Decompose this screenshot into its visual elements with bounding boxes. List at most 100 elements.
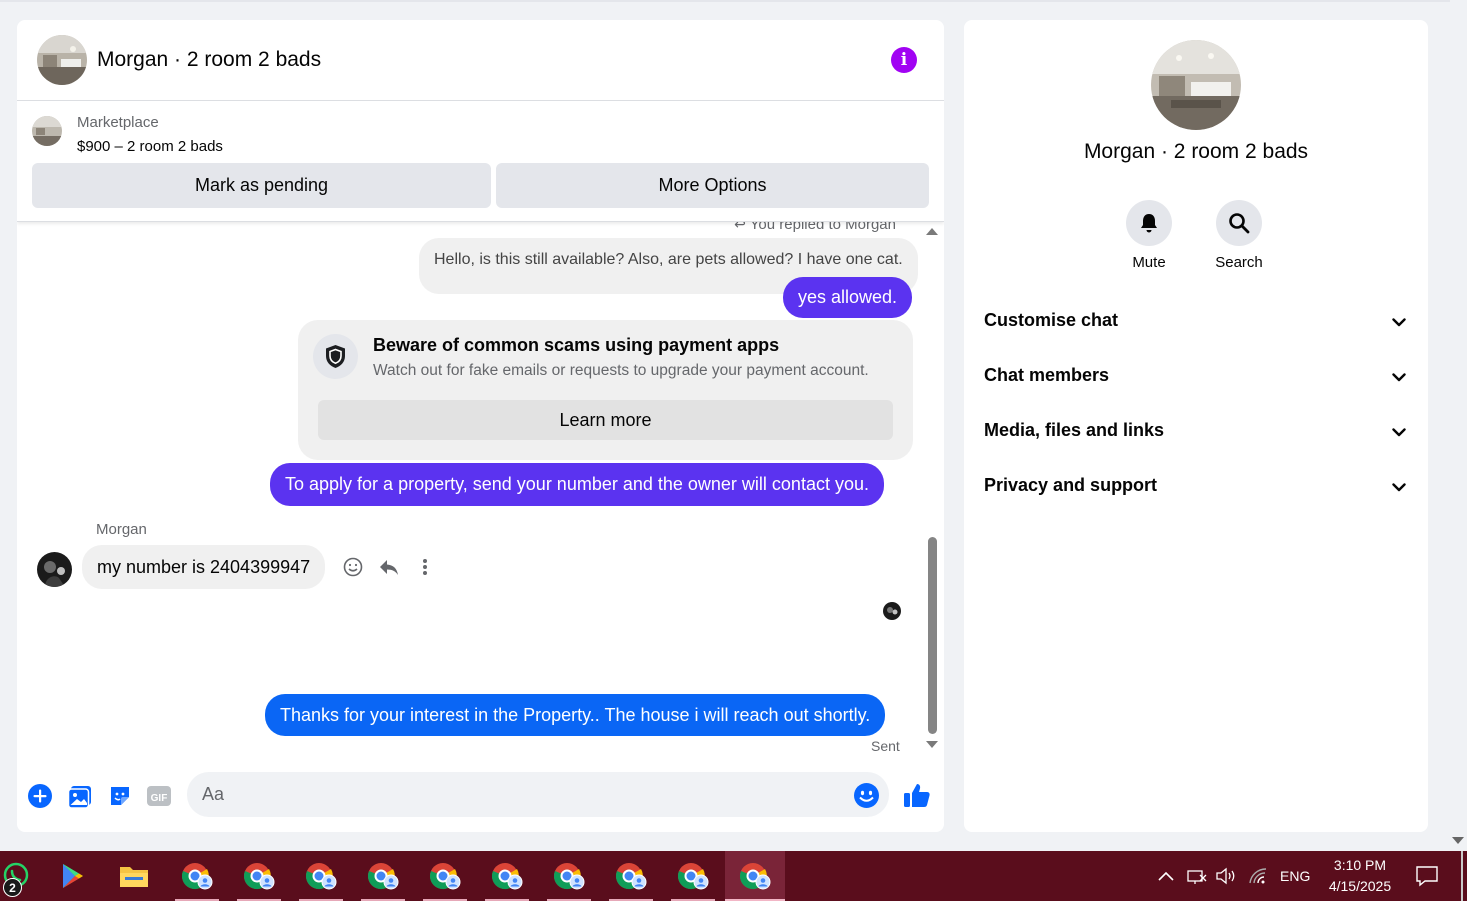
chrome-profile-icon bbox=[615, 863, 647, 890]
tray-wifi-icon[interactable] bbox=[1248, 851, 1270, 901]
reply-icon[interactable] bbox=[378, 556, 400, 578]
learn-more-button[interactable]: Learn more bbox=[318, 400, 893, 440]
search-button[interactable] bbox=[1216, 200, 1262, 246]
read-receipt-avatar bbox=[883, 602, 901, 620]
chrome-profile-icon bbox=[305, 863, 337, 890]
message-status: Sent bbox=[871, 738, 900, 754]
notification-center-button[interactable] bbox=[1415, 851, 1439, 901]
listing-thumbnail[interactable] bbox=[32, 116, 62, 146]
message-bubble-outgoing[interactable]: Thanks for your interest in the Property… bbox=[265, 694, 886, 736]
react-emoji-icon[interactable] bbox=[342, 556, 364, 578]
section-label: Privacy and support bbox=[984, 475, 1158, 495]
show-desktop-edge[interactable] bbox=[1461, 851, 1463, 901]
chrome-profile-icon bbox=[553, 863, 585, 890]
tray-clock[interactable]: 3:10 PM 4/15/2025 bbox=[1318, 855, 1402, 897]
message-bubble-incoming[interactable]: my number is 2404399947 bbox=[82, 545, 326, 589]
taskbar: 2 ENG 3:10 PM 4/15/2025 bbox=[0, 851, 1467, 901]
taskbar-chrome-active[interactable] bbox=[725, 851, 785, 901]
taskbar-chrome-2[interactable] bbox=[229, 851, 289, 901]
taskbar-chrome-9[interactable] bbox=[663, 851, 723, 901]
chrome-profile-icon bbox=[243, 863, 275, 890]
gif-icon[interactable]: GIF bbox=[146, 783, 172, 809]
photo-icon[interactable] bbox=[67, 783, 93, 809]
chrome-profile-icon bbox=[739, 863, 771, 890]
mute-label: Mute bbox=[1132, 254, 1166, 271]
message-text: To apply for a property, send your numbe… bbox=[285, 474, 869, 494]
message-text: my number is 2404399947 bbox=[97, 557, 311, 577]
thumbs-up-icon[interactable] bbox=[903, 781, 931, 809]
tray-volume-icon[interactable] bbox=[1215, 851, 1239, 901]
emoji-icon[interactable] bbox=[853, 782, 880, 809]
sticker-icon[interactable] bbox=[107, 783, 133, 809]
scam-warning-title: Beware of common scams using payment app… bbox=[373, 335, 780, 355]
folder-icon bbox=[120, 867, 148, 887]
chevron-down-icon bbox=[1392, 428, 1406, 437]
profile-name: Morgan · 2 room 2 bads bbox=[1083, 140, 1309, 163]
chat-avatar[interactable] bbox=[37, 35, 87, 85]
mark-as-pending-button[interactable]: Mark as pending bbox=[32, 163, 491, 208]
play-store-icon bbox=[63, 864, 83, 888]
sender-name: Morgan bbox=[96, 521, 147, 538]
chrome-profile-icon bbox=[367, 863, 399, 890]
section-label: Chat members bbox=[984, 365, 1110, 385]
message-text: yes allowed. bbox=[798, 287, 898, 307]
message-input[interactable] bbox=[187, 772, 889, 817]
chat-header: Morgan · 2 room 2 bads i bbox=[17, 20, 944, 101]
tray-network-icon[interactable] bbox=[1186, 851, 1208, 901]
show-hidden-icons[interactable] bbox=[1156, 851, 1176, 901]
listing-price-title[interactable]: $900 – 2 room 2 bads bbox=[77, 138, 223, 155]
quoted-message-text: Hello, is this still available? Also, ar… bbox=[434, 251, 903, 268]
search-label: Search bbox=[1215, 254, 1263, 271]
listing-banner: Marketplace $900 – 2 room 2 bads Mark as… bbox=[17, 101, 944, 222]
mute-button[interactable] bbox=[1126, 200, 1172, 246]
shield-icon bbox=[313, 334, 358, 379]
wifi-icon bbox=[1249, 868, 1267, 884]
clock-date: 4/15/2025 bbox=[1328, 878, 1392, 894]
taskbar-chrome-1[interactable] bbox=[167, 851, 227, 901]
message-list: ↩ You replied to Morgan Hello, is this s… bbox=[17, 222, 944, 757]
taskbar-chrome-8[interactable] bbox=[601, 851, 661, 901]
chat-title[interactable]: Morgan · 2 room 2 bads bbox=[97, 48, 321, 72]
tray-language[interactable]: ENG bbox=[1280, 851, 1310, 901]
taskbar-file-explorer[interactable] bbox=[104, 851, 164, 901]
taskbar-chrome-7[interactable] bbox=[539, 851, 599, 901]
chrome-profile-icon bbox=[677, 863, 709, 890]
notification-badge: 2 bbox=[3, 878, 22, 897]
taskbar-chrome-5[interactable] bbox=[415, 851, 475, 901]
page-scroll-down-arrow[interactable] bbox=[1452, 837, 1464, 844]
section-label: Customise chat bbox=[984, 310, 1119, 330]
message-bubble-outgoing[interactable]: yes allowed. bbox=[783, 277, 913, 318]
message-bubble-outgoing[interactable]: To apply for a property, send your numbe… bbox=[270, 463, 884, 506]
taskbar-whatsapp[interactable]: 2 bbox=[0, 851, 46, 901]
taskbar-chrome-4[interactable] bbox=[353, 851, 413, 901]
chevron-down-icon bbox=[1392, 373, 1406, 382]
profile-avatar[interactable] bbox=[1151, 40, 1241, 130]
scroll-up-arrow[interactable] bbox=[926, 228, 938, 235]
scroll-down-arrow[interactable] bbox=[926, 741, 938, 748]
plus-circle-icon[interactable] bbox=[27, 783, 53, 809]
replied-note-text: You replied to Morgan bbox=[749, 222, 896, 233]
more-options-button[interactable]: More Options bbox=[496, 163, 929, 208]
top-border bbox=[0, 0, 1450, 2]
conversation-info-panel: Morgan · 2 room 2 bads Mute Search Custo… bbox=[964, 20, 1428, 832]
chat-panel: Morgan · 2 room 2 bads i Marketplace $90… bbox=[17, 20, 944, 832]
more-options-icon[interactable] bbox=[414, 556, 436, 578]
message-actions bbox=[342, 556, 436, 578]
taskbar-chrome-3[interactable] bbox=[291, 851, 351, 901]
scrollbar-thumb[interactable] bbox=[928, 537, 937, 734]
taskbar-play-store[interactable] bbox=[43, 851, 103, 901]
section-chat-members[interactable]: Chat members bbox=[984, 362, 1408, 392]
listing-source: Marketplace bbox=[77, 114, 159, 131]
taskbar-chrome-6[interactable] bbox=[477, 851, 537, 901]
section-media-files-links[interactable]: Media, files and links bbox=[984, 417, 1408, 447]
replied-note: ↩ You replied to Morgan bbox=[734, 222, 896, 233]
section-customise-chat[interactable]: Customise chat bbox=[984, 307, 1408, 337]
speaker-icon bbox=[1216, 867, 1235, 885]
info-icon[interactable]: i bbox=[891, 47, 917, 73]
composer: GIF bbox=[17, 765, 944, 825]
reply-icon: ↩ bbox=[734, 222, 746, 232]
chrome-profile-icon bbox=[491, 863, 523, 890]
section-privacy-support[interactable]: Privacy and support bbox=[984, 472, 1408, 502]
network-disconnected-icon bbox=[1187, 870, 1207, 884]
sender-avatar[interactable] bbox=[37, 552, 72, 587]
